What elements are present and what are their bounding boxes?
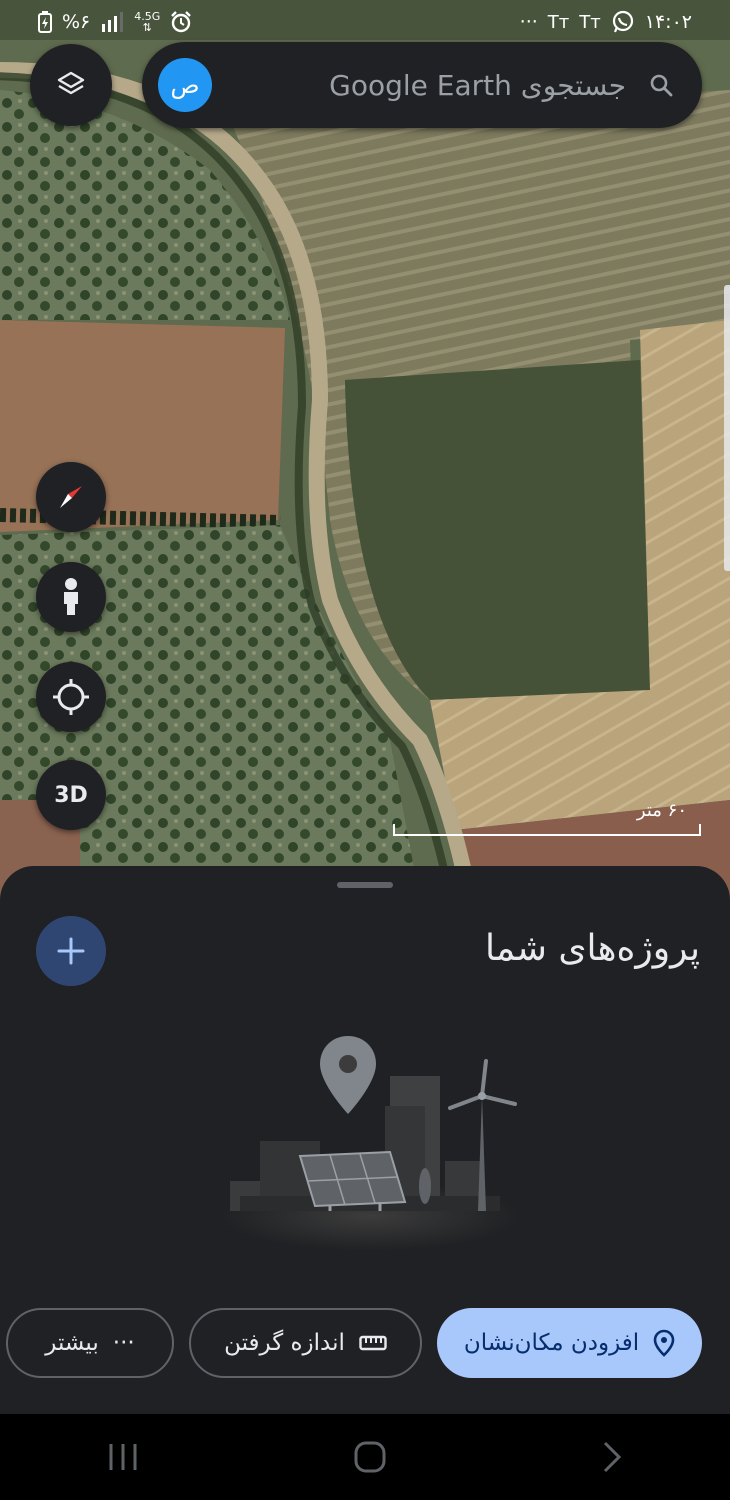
empty-projects-illustration [220,1036,520,1251]
satellite-map[interactable] [0,0,730,900]
data-arrows-icon: ⇅ [142,21,152,34]
more-label: بیشتر [45,1330,99,1356]
satellite-imagery [0,0,730,900]
status-left: %۶ 4.5G ⇅ [38,11,192,33]
search-bar[interactable]: ص جستجوی Google Earth [142,42,702,128]
street-view-button[interactable] [36,562,106,632]
pin-icon [653,1329,675,1357]
back-icon[interactable] [601,1441,623,1473]
recent-apps-icon[interactable] [107,1442,139,1472]
sheet-title: پروژه‌های شما [484,928,700,969]
system-nav-bar [0,1414,730,1500]
status-right: ··· Tт Tт ۱۴:۰۲ [520,10,692,34]
more-dots-icon: ··· [112,1330,135,1356]
network-indicator: 4.5G ⇅ [134,11,160,33]
home-icon[interactable] [353,1440,387,1474]
new-project-button[interactable] [36,916,106,986]
edge-panel-handle[interactable] [724,285,730,571]
font-indicator-icon-2: Tт [579,11,601,33]
whatsapp-icon [611,10,635,34]
my-location-icon [51,677,91,717]
account-avatar[interactable]: ص [158,58,212,112]
3d-toggle-button[interactable]: 3D [36,760,106,830]
signal-icon [100,12,124,32]
font-indicator-icon: Tт [547,11,570,33]
scale-label: ۶۰ متر [636,800,687,821]
more-notifications: ··· [519,11,538,33]
search-icon[interactable] [648,72,674,98]
ruler-icon [359,1334,387,1352]
battery-percent: %۶ [62,11,91,33]
scale-bar [393,824,701,836]
more-button[interactable]: ··· بیشتر [6,1308,174,1378]
layers-icon [56,70,86,100]
compass-icon [51,477,91,517]
my-location-button[interactable] [36,662,106,732]
clock: ۱۴:۰۲ [644,11,692,33]
add-placemark-label: افزودن مکان‌نشان [463,1330,640,1356]
add-placemark-button[interactable]: افزودن مکان‌نشان [437,1308,702,1378]
alarm-icon [170,11,192,33]
projects-sheet[interactable]: پروژه‌های شما ··· بیشتر [0,866,730,1414]
pegman-icon [56,577,86,617]
avatar-letter: ص [170,71,200,99]
search-input[interactable]: جستجوی Google Earth [212,69,648,102]
measure-label: اندازه گرفتن [224,1330,345,1356]
sheet-drag-handle[interactable] [337,882,393,888]
compass-button[interactable] [36,462,106,532]
map-scale: ۶۰ متر [393,800,701,836]
status-bar: %۶ 4.5G ⇅ ··· Tт Tт ۱۴:۰۲ [0,0,730,44]
plus-icon [56,936,86,966]
battery-icon [38,11,52,33]
layers-button[interactable] [30,44,112,126]
measure-button[interactable]: اندازه گرفتن [189,1308,422,1378]
